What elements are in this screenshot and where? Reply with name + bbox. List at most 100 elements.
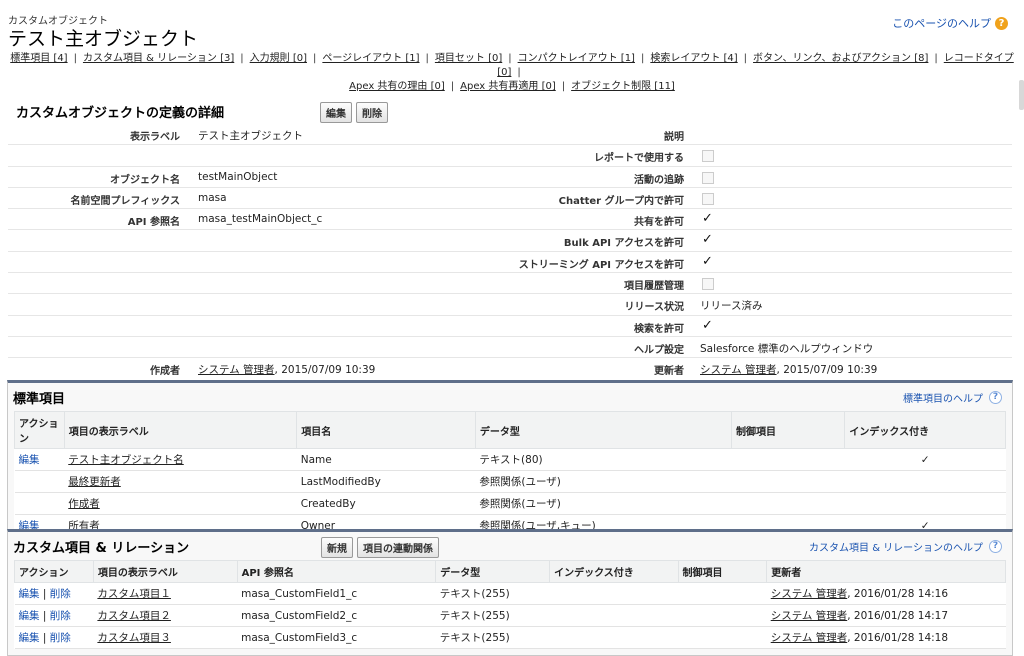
- relnav-link[interactable]: コンパクトレイアウト [1]: [518, 53, 635, 64]
- data-type-cell: テキスト(80): [475, 448, 732, 471]
- relnav-separator: |: [934, 53, 938, 64]
- detail-value: リリース済み: [700, 300, 763, 313]
- data-type-cell: テキスト(255): [435, 604, 550, 627]
- page-help-label: このページのヘルプ: [892, 17, 991, 30]
- modified-by-link[interactable]: システム 管理者: [771, 610, 848, 622]
- field-label-link[interactable]: カスタム項目３: [97, 632, 171, 644]
- indexed-cell: [844, 470, 1006, 493]
- detail-value: Salesforce 標準のヘルプウィンドウ: [700, 342, 874, 355]
- field-label-link[interactable]: カスタム項目１: [97, 588, 171, 600]
- data-type-cell: テキスト(255): [435, 582, 550, 605]
- column-header: 制御項目: [730, 411, 846, 449]
- created-by-link[interactable]: システム 管理者: [198, 364, 275, 376]
- controlling-field-cell: [731, 448, 845, 471]
- related-list-nav: 標準項目 [4] | カスタム項目 & リレーション [3] | 入力規則 [0] | ペー…: [0, 52, 1024, 94]
- relnav-link[interactable]: オブジェクト制限 [11]: [571, 81, 675, 92]
- relnav-separator: |: [561, 81, 566, 92]
- field-label-cell: 最終更新者: [64, 470, 297, 493]
- action-cell: [14, 470, 65, 493]
- field-name-cell: CreatedBy: [296, 492, 476, 515]
- delete-link[interactable]: 削除: [50, 588, 71, 600]
- detail-label: 項目履歴管理: [624, 281, 684, 293]
- page-title: テスト主オブジェクト: [8, 28, 199, 50]
- column-header: 更新者: [766, 560, 1006, 583]
- relnav-link[interactable]: ボタン、リンク、およびアクション [8]: [753, 53, 928, 64]
- relnav-separator: |: [450, 81, 455, 92]
- created-date: , 2015/07/09 10:39: [274, 364, 376, 377]
- relnav-link[interactable]: Apex 共有再適用 [0]: [460, 81, 556, 92]
- edit-link[interactable]: 編集: [19, 588, 40, 600]
- api-name-cell: masa_CustomField3_c: [237, 626, 436, 649]
- checkbox-unchecked: [702, 171, 714, 184]
- scrollbar[interactable]: [1019, 80, 1024, 110]
- detail-row: 名前空間プレフィックス masa Chatter グループ内で許可: [8, 188, 1012, 210]
- relnav-link[interactable]: カスタム項目 & リレーション [3]: [83, 53, 234, 64]
- new-field-button[interactable]: 新規: [321, 537, 353, 558]
- detail-row: リリース状況 リリース済み: [8, 294, 1012, 316]
- detail-row: ヘルプ設定 Salesforce 標準のヘルプウィンドウ: [8, 337, 1012, 359]
- edit-button[interactable]: 編集: [320, 102, 352, 123]
- action-separator: |: [39, 610, 50, 622]
- table-row: 作成者 CreatedBy 参照関係(ユーザ): [14, 492, 1006, 515]
- page-help-link[interactable]: このページのヘルプ ?: [892, 15, 1008, 31]
- delete-link[interactable]: 削除: [50, 610, 71, 622]
- modified-date: , 2016/01/28 14:16: [847, 588, 949, 600]
- api-name-cell: masa_CustomField2_c: [237, 604, 436, 627]
- delete-button[interactable]: 削除: [356, 102, 388, 123]
- detail-section-title: カスタムオブジェクトの定義の詳細: [16, 106, 225, 121]
- field-label-link[interactable]: カスタム項目２: [97, 610, 171, 622]
- detail-label: ストリーミング API アクセスを許可: [518, 259, 684, 271]
- controlling-field-cell: [678, 604, 767, 627]
- column-header: データ型: [435, 560, 551, 583]
- column-header: インデックス付き: [549, 560, 679, 583]
- table-row: 編集 | 削除 カスタム項目２ masa_CustomField2_c テキスト(25…: [14, 604, 1006, 627]
- custom-fields-table: アクション 項目の表示ラベル API 参照名 データ型 インデックス付き 制御項目 更新者 …: [14, 560, 1006, 649]
- standard-fields-list: 標準項目 標準項目のヘルプ ? アクション 項目の表示ラベル 項目名 データ型 制御項目…: [7, 380, 1013, 544]
- action-cell: 編集 | 削除: [14, 582, 94, 605]
- field-label-cell: カスタム項目３: [93, 626, 238, 649]
- detail-label: 共有を許可: [634, 217, 684, 229]
- detail-row: ストリーミング API アクセスを許可 ✓: [8, 252, 1012, 274]
- detail-label: レポートで使用する: [594, 153, 684, 165]
- field-label-link[interactable]: 作成者: [68, 498, 100, 510]
- edit-link[interactable]: 編集: [19, 454, 40, 466]
- data-type-cell: 参照関係(ユーザ): [475, 492, 732, 515]
- edit-link[interactable]: 編集: [19, 632, 40, 644]
- standard-fields-help-label: 標準項目のヘルプ: [903, 394, 983, 405]
- relnav-link[interactable]: ページレイアウト [1]: [322, 53, 419, 64]
- standard-fields-help-link[interactable]: 標準項目のヘルプ ?: [903, 390, 1002, 405]
- detail-value: masa_testMainObject_c: [198, 213, 323, 226]
- field-label-cell: カスタム項目１: [93, 582, 238, 605]
- column-header: データ型: [474, 411, 733, 449]
- edit-link[interactable]: 編集: [19, 610, 40, 622]
- relnav-link[interactable]: 項目セット [0]: [435, 53, 502, 64]
- field-label-link[interactable]: テスト主オブジェクト名: [68, 454, 184, 466]
- custom-fields-help-link[interactable]: カスタム項目 & リレーションのヘルプ ?: [809, 539, 1002, 554]
- relnav-link[interactable]: Apex 共有の理由 [0]: [349, 81, 445, 92]
- modified-by-link[interactable]: システム 管理者: [771, 588, 848, 600]
- check-icon: ✓: [702, 317, 713, 333]
- relnav-separator: |: [425, 53, 429, 64]
- column-header: アクション: [14, 560, 94, 583]
- relnav-separator: |: [312, 53, 317, 64]
- delete-link[interactable]: 削除: [50, 632, 71, 644]
- action-separator: |: [39, 588, 50, 600]
- modified-by-link[interactable]: システム 管理者: [700, 364, 777, 376]
- indexed-cell: [549, 582, 679, 605]
- data-type-cell: 参照関係(ユーザ): [475, 470, 732, 493]
- detail-label: 検索を許可: [634, 323, 684, 335]
- relnav-link[interactable]: 入力規則 [0]: [250, 53, 307, 64]
- relnav-separator: |: [640, 53, 645, 64]
- modified-by-cell: システム 管理者, 2016/01/28 14:17: [766, 604, 1006, 627]
- relnav-link[interactable]: 検索レイアウト [4]: [650, 53, 737, 64]
- action-cell: 編集 | 削除: [14, 626, 94, 649]
- modified-date: , 2016/01/28 14:18: [847, 632, 949, 644]
- detail-row: 項目履歴管理: [8, 273, 1012, 295]
- modified-by-link[interactable]: システム 管理者: [771, 632, 848, 644]
- field-label-link[interactable]: 最終更新者: [68, 476, 121, 488]
- relnav-link[interactable]: 標準項目 [4]: [10, 53, 67, 64]
- field-dependencies-button[interactable]: 項目の連動関係: [357, 537, 439, 558]
- checkbox-unchecked: [702, 278, 714, 291]
- detail-label: 説明: [664, 132, 684, 143]
- indexed-cell: [844, 492, 1006, 515]
